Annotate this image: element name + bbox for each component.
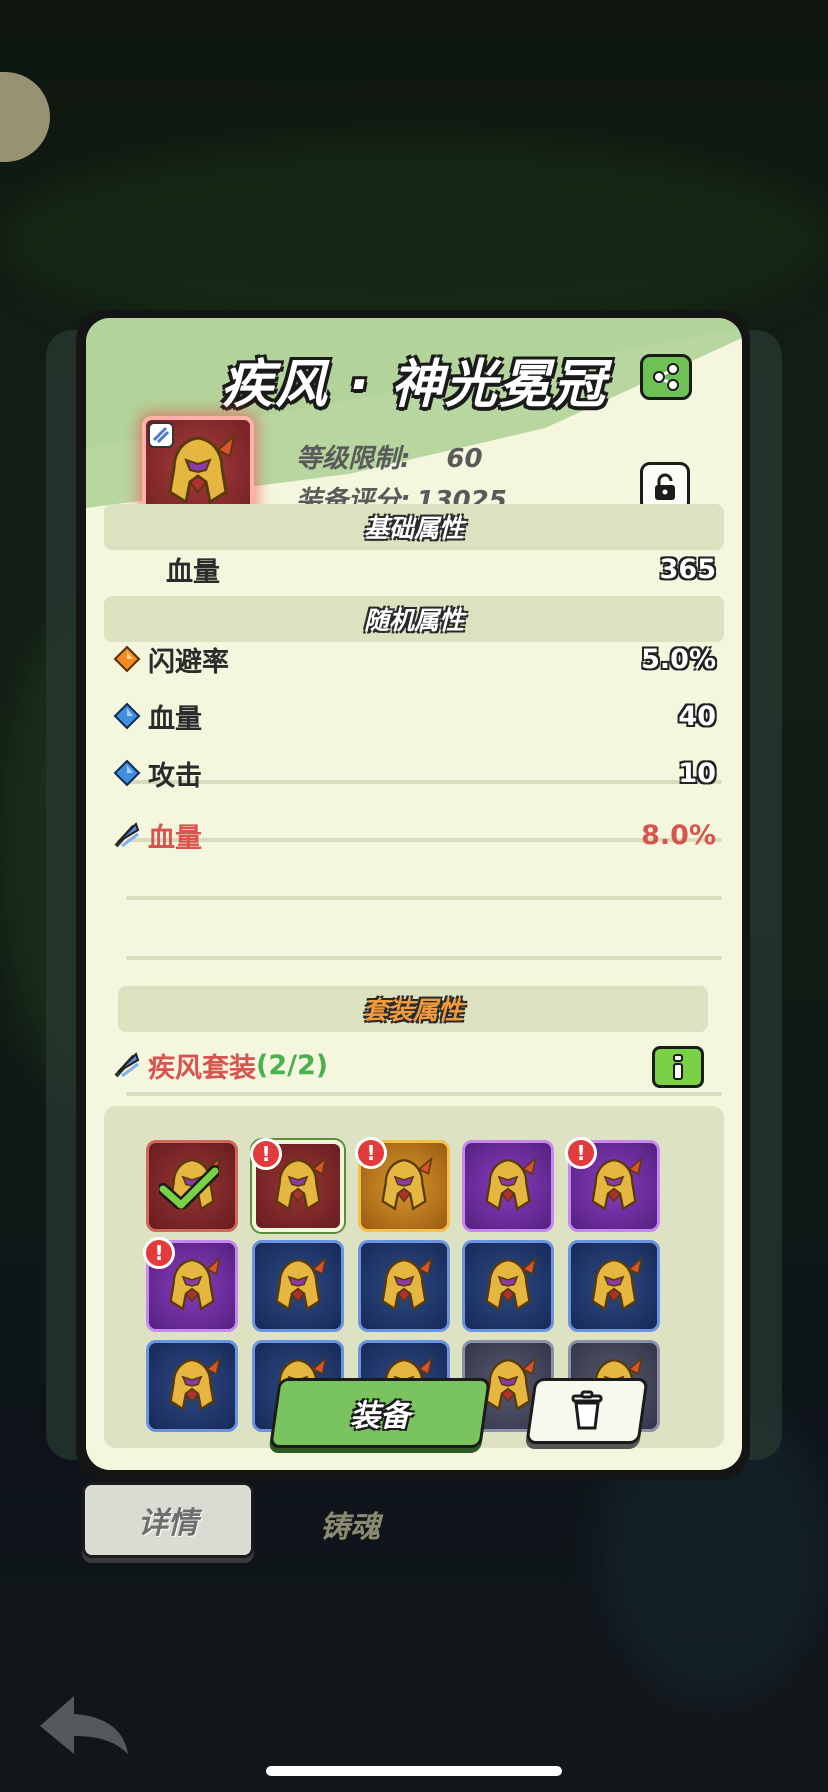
attr-label: 攻击 (148, 760, 202, 792)
equipped-check-icon (159, 1165, 219, 1209)
set-row: 疾风套装 (2/2) (104, 1040, 724, 1090)
back-arrow-icon[interactable] (34, 1690, 134, 1760)
helmet-icon (485, 1256, 537, 1311)
helmet-icon (485, 1156, 537, 1211)
attr-label: 闪避率 (148, 646, 229, 678)
attr-value: 40 (678, 700, 716, 732)
attr-value: 8.0% (641, 819, 716, 851)
item-detail-card: 疾风 · 神光冕冠 等级限制: 60 装备评分: 13025 基础属性 血量 3… (86, 318, 742, 1470)
orange-diamond-icon (112, 644, 142, 674)
unlock-icon (655, 473, 675, 500)
random-attr-row: 闪避率 5.0% (104, 634, 724, 684)
share-icon (653, 363, 679, 391)
inventory-slot[interactable] (568, 1240, 660, 1332)
trash-icon (571, 1390, 603, 1430)
wind-set-badge-icon (148, 422, 174, 448)
row-divider (126, 1092, 722, 1096)
info-icon (673, 1054, 683, 1080)
wind-set-icon (112, 820, 142, 850)
blue-diamond-icon (112, 758, 142, 788)
inventory-slot[interactable] (462, 1240, 554, 1332)
new-alert-icon: ! (143, 1237, 175, 1269)
attr-label: 血量 (148, 703, 202, 735)
inventory-slot[interactable]: ! (250, 1138, 344, 1232)
new-alert-icon: ! (565, 1137, 597, 1169)
attr-label: 血量 (166, 556, 220, 588)
delete-button[interactable] (525, 1378, 649, 1444)
base-attr-row: 血量 365 (104, 544, 724, 594)
equip-label: 装备 (350, 1399, 410, 1434)
helmet-icon (591, 1256, 643, 1311)
set-info-button[interactable] (652, 1046, 704, 1088)
inventory-slot[interactable]: ! (143, 1237, 238, 1332)
inventory-slot[interactable]: ! (355, 1137, 450, 1232)
attr-value: 365 (659, 553, 716, 585)
set-name: 疾风套装 (148, 1052, 256, 1084)
attr-label: 血量 (148, 822, 202, 854)
inventory-slot[interactable] (146, 1140, 238, 1232)
inventory-slot[interactable] (358, 1240, 450, 1332)
wind-set-icon (112, 1050, 142, 1080)
home-indicator[interactable] (266, 1766, 562, 1776)
inventory-slot[interactable]: ! (565, 1137, 660, 1232)
random-attr-row: 血量 40 (104, 691, 724, 741)
level-label: 等级限制: (296, 444, 411, 474)
equip-button[interactable]: 装备 (269, 1378, 491, 1448)
helmet-icon (381, 1256, 433, 1311)
inventory-slot[interactable] (462, 1140, 554, 1232)
random-attr-row-set: 血量 8.0% (104, 810, 724, 860)
random-attr-row: 攻击 10 (104, 748, 724, 798)
level-value: 60 (446, 444, 483, 474)
attr-value: 10 (678, 757, 716, 789)
inventory-slot[interactable] (146, 1340, 238, 1432)
helmet-icon (169, 1356, 221, 1411)
inventory-slot[interactable] (252, 1240, 344, 1332)
share-button[interactable] (640, 354, 692, 400)
tab-detail[interactable]: 详情 (82, 1482, 254, 1558)
attr-value: 5.0% (641, 643, 716, 675)
tab-forge[interactable]: 铸魂 (300, 1496, 400, 1552)
set-count: (2/2) (256, 1049, 329, 1081)
section-set-attributes: 套装属性 (118, 986, 708, 1032)
helmet-icon (275, 1256, 327, 1311)
row-divider (126, 896, 722, 900)
new-alert-icon: ! (250, 1138, 282, 1170)
row-divider (126, 956, 722, 960)
level-requirement: 等级限制: 60 (296, 438, 483, 475)
new-alert-icon: ! (355, 1137, 387, 1169)
blue-diamond-icon (112, 701, 142, 731)
